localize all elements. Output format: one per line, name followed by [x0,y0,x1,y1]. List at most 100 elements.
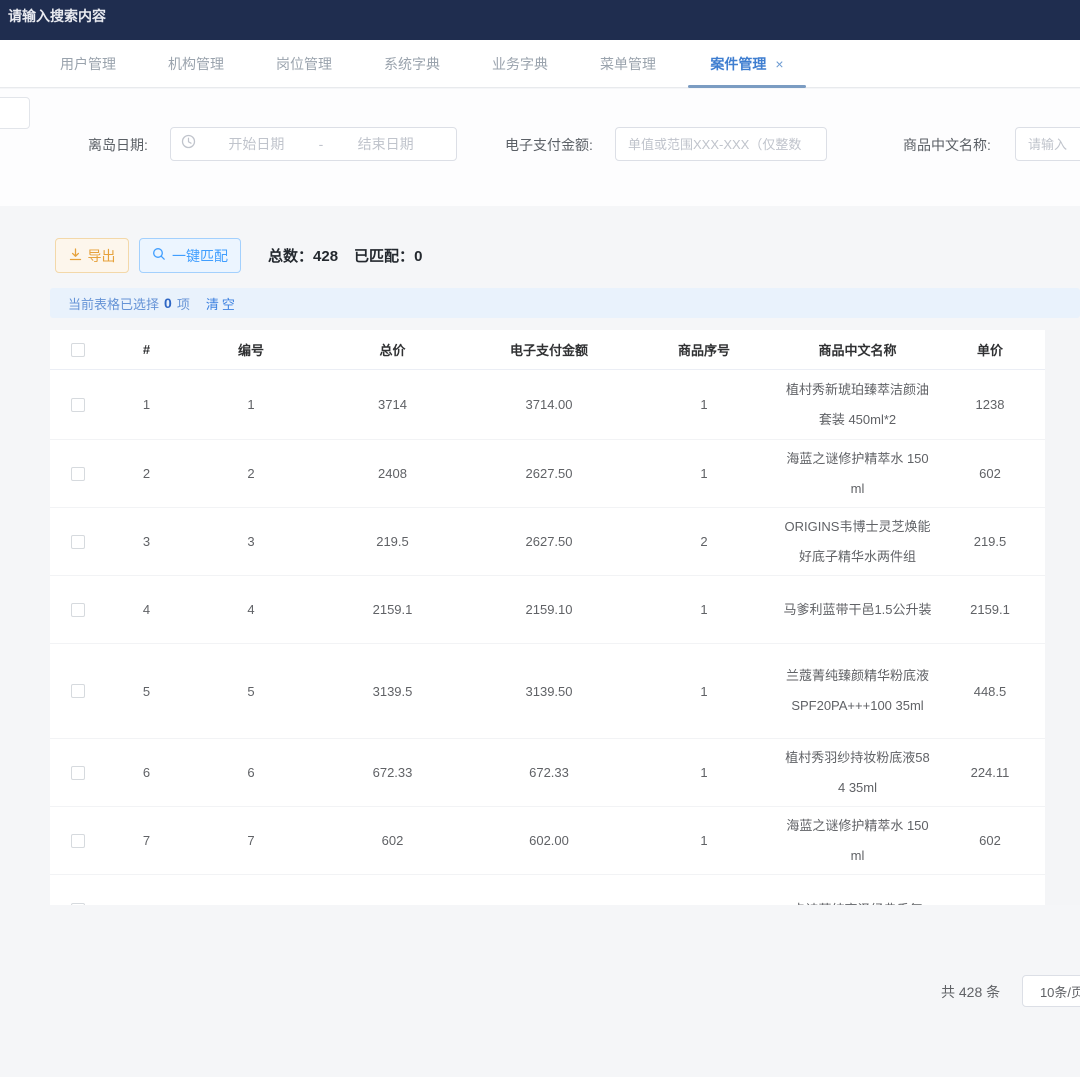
table-row: 33219.52627.502ORIGINS韦博士灵芝焕能好底子精华水两件组21… [50,508,1080,576]
cell-name: 植村秀羽纱持妆粉底液584 35ml [780,739,935,806]
cell-total: 1988.48 [315,875,470,905]
row-checkbox[interactable] [71,766,85,780]
column-header: 编号 [187,330,315,369]
row-checkbox-cell [50,644,106,738]
column-header: 总价 [315,330,470,369]
date-range-picker[interactable]: 开始日期 - 结束日期 [170,127,457,161]
tab-item-active[interactable]: 案件管理 × [682,40,812,88]
tab-label: 业务字典 [492,54,548,74]
matched-value: 0 [414,248,422,265]
cell-index: 2 [106,440,187,507]
row-checkbox-cell [50,875,106,905]
export-button[interactable]: 导出 [55,238,129,273]
table-row: 66672.33672.331植村秀羽纱持妆粉底液584 35ml224.11 [50,739,1080,807]
table-row: 77602602.001海蓝之谜修护精萃水 150ml602 [50,807,1080,875]
cell-name: ORIGINS韦博士灵芝焕能好底子精华水两件组 [780,508,935,575]
start-date-placeholder[interactable]: 开始日期 [196,134,317,154]
row-checkbox[interactable] [71,684,85,698]
cell-total: 219.5 [315,508,470,575]
cell-payment: 1988.48 [470,875,628,905]
cell-seq: 1 [628,807,780,874]
product-name-text: 海蓝之谜修护精萃水 150ml [783,444,933,504]
product-name-text: 植村秀羽纱持妆粉底液584 35ml [783,743,933,803]
date-filter-label: 离岛日期: [88,135,148,155]
selection-prefix: 当前表格已选择 [68,294,159,313]
cell-code: 1 [187,370,315,439]
clear-selection-link[interactable]: 清空 [206,294,238,313]
table-right-gutter [1045,330,1080,905]
table-header-row: #编号总价电子支付金额商品序号商品中文名称单价 [50,330,1080,370]
cell-seq: 2 [628,508,780,575]
tab-item[interactable]: 菜单管理 [574,40,682,88]
product-name-text: ORIGINS韦博士灵芝焕能好底子精华水两件组 [783,512,933,572]
cell-index: 1 [106,370,187,439]
tab-close-icon[interactable]: × [775,56,783,72]
row-checkbox[interactable] [71,535,85,549]
clock-icon [181,134,196,154]
tab-label: 菜单管理 [600,54,656,74]
tab-label: 案件管理 [710,54,766,74]
tab-item[interactable]: 岗位管理 [250,40,358,88]
selection-suffix: 项 [177,294,190,313]
row-checkbox-cell [50,370,106,439]
row-checkbox-cell [50,807,106,874]
match-button-label: 一键匹配 [172,246,228,266]
cell-code: 4 [187,576,315,643]
product-name-text: 海蓝之谜修护精萃水 150ml [783,811,933,871]
row-checkbox[interactable] [71,603,85,617]
end-date-placeholder[interactable]: 结束日期 [325,134,446,154]
row-checkbox[interactable] [71,834,85,848]
cell-payment: 2627.50 [470,440,628,507]
cell-code: 2 [187,440,315,507]
search-icon [152,247,166,264]
product-name-text: 卡诗菁纯亮泽经典香氛 [783,895,933,906]
product-name-input[interactable] [1015,127,1080,161]
cell-seq: 1 [628,576,780,643]
cell-seq: 1 [628,440,780,507]
row-checkbox[interactable] [71,903,85,906]
cell-index: 8 [106,875,187,905]
row-checkbox[interactable] [71,398,85,412]
product-name-text: 马爹利蓝带干邑1.5公升装 [783,595,933,625]
cell-total: 602 [315,807,470,874]
row-checkbox[interactable] [71,467,85,481]
cell-unit: 224.11 [935,739,1045,806]
page-size-value: 10条/页 [1040,982,1080,1001]
cell-name: 兰蔻菁纯臻颜精华粉底液SPF20PA+++100 35ml [780,644,935,738]
column-header: # [106,330,187,369]
row-checkbox-cell [50,508,106,575]
cell-code: 5 [187,644,315,738]
app-screen: 请输入搜索内容 用户管理 机构管理 岗位管理 系统字典 业务字典 菜单管理 案件… [0,0,1080,1077]
date-range-separator: - [317,136,326,152]
tab-item[interactable]: 业务字典 [466,40,574,88]
cell-name: 植村秀新琥珀臻萃洁颜油套装 450ml*2 [780,370,935,439]
header-checkbox-cell [50,330,106,369]
column-header: 商品序号 [628,330,780,369]
cell-index: 5 [106,644,187,738]
tab-item[interactable]: 用户管理 [34,40,142,88]
cell-total: 3139.5 [315,644,470,738]
payment-amount-input[interactable] [615,127,827,161]
tab-item[interactable]: 机构管理 [142,40,250,88]
cell-unit: 2159.1 [935,576,1045,643]
cell-code: 3 [187,508,315,575]
download-icon [69,248,82,264]
tab-item[interactable]: 系统字典 [358,40,466,88]
cell-seq: 1 [628,875,780,905]
cell-seq: 1 [628,644,780,738]
cell-payment: 2159.10 [470,576,628,643]
active-tab-underline [688,85,806,88]
cell-total: 2408 [315,440,470,507]
row-checkbox-cell [50,576,106,643]
product-name-text: 兰蔻菁纯臻颜精华粉底液SPF20PA+++100 35ml [783,661,933,721]
matched-label: 已匹配： [354,248,414,265]
cell-unit: 219.5 [935,508,1045,575]
global-search-input[interactable]: 请输入搜索内容 [8,6,106,26]
one-click-match-button[interactable]: 一键匹配 [139,238,241,273]
tab-bar: 用户管理 机构管理 岗位管理 系统字典 业务字典 菜单管理 案件管理 × [0,40,1080,88]
column-header: 电子支付金额 [470,330,628,369]
cell-seq: 1 [628,370,780,439]
page-size-select[interactable]: 10条/页 [1022,975,1080,1007]
select-all-checkbox[interactable] [71,343,85,357]
cell-index: 3 [106,508,187,575]
